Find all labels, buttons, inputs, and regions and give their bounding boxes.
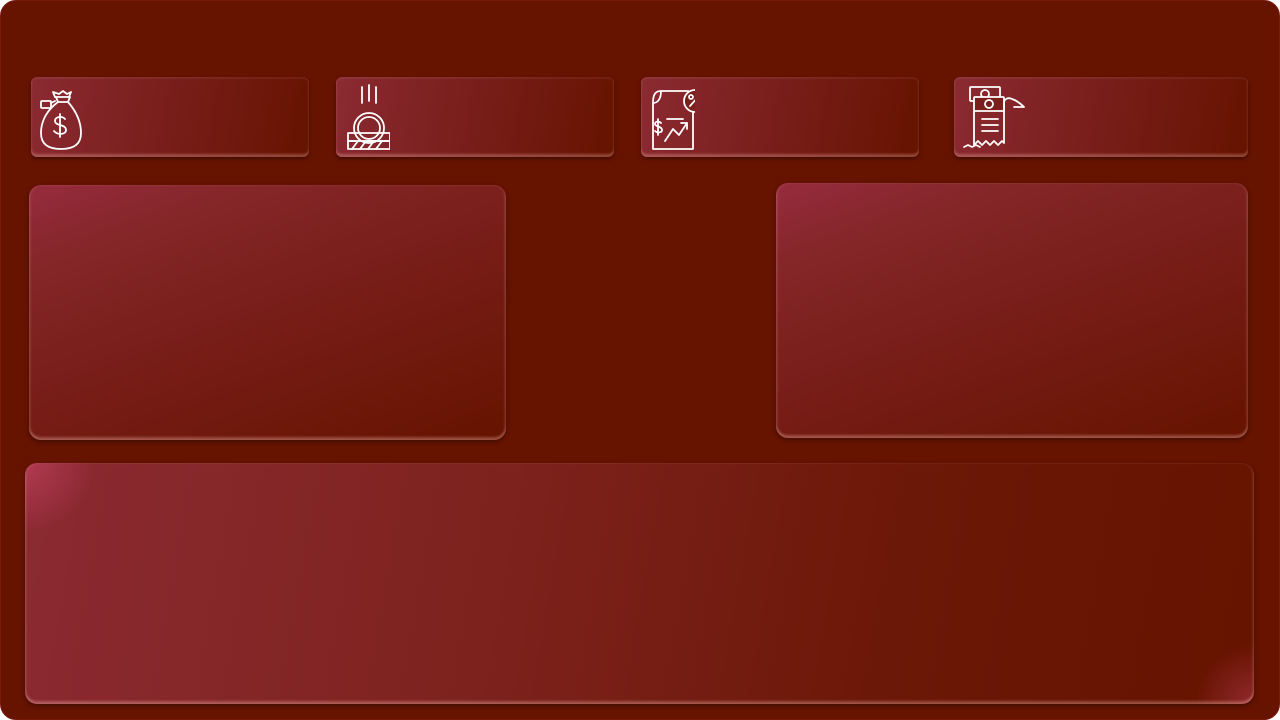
chart-panel-right <box>776 183 1248 438</box>
kpi-card-coin[interactable] <box>336 77 614 157</box>
money-bag-icon <box>37 83 85 151</box>
coin-drop-icon <box>342 83 390 151</box>
financial-report-icon <box>647 83 695 151</box>
chart-panel-left <box>29 185 506 440</box>
kpi-card-money[interactable] <box>31 77 309 157</box>
chart-panel-bottom <box>25 463 1254 704</box>
kpi-card-bill[interactable] <box>954 77 1248 157</box>
kpi-card-report[interactable] <box>641 77 919 157</box>
bill-receipt-icon <box>960 83 1030 151</box>
dashboard-canvas <box>0 0 1280 720</box>
